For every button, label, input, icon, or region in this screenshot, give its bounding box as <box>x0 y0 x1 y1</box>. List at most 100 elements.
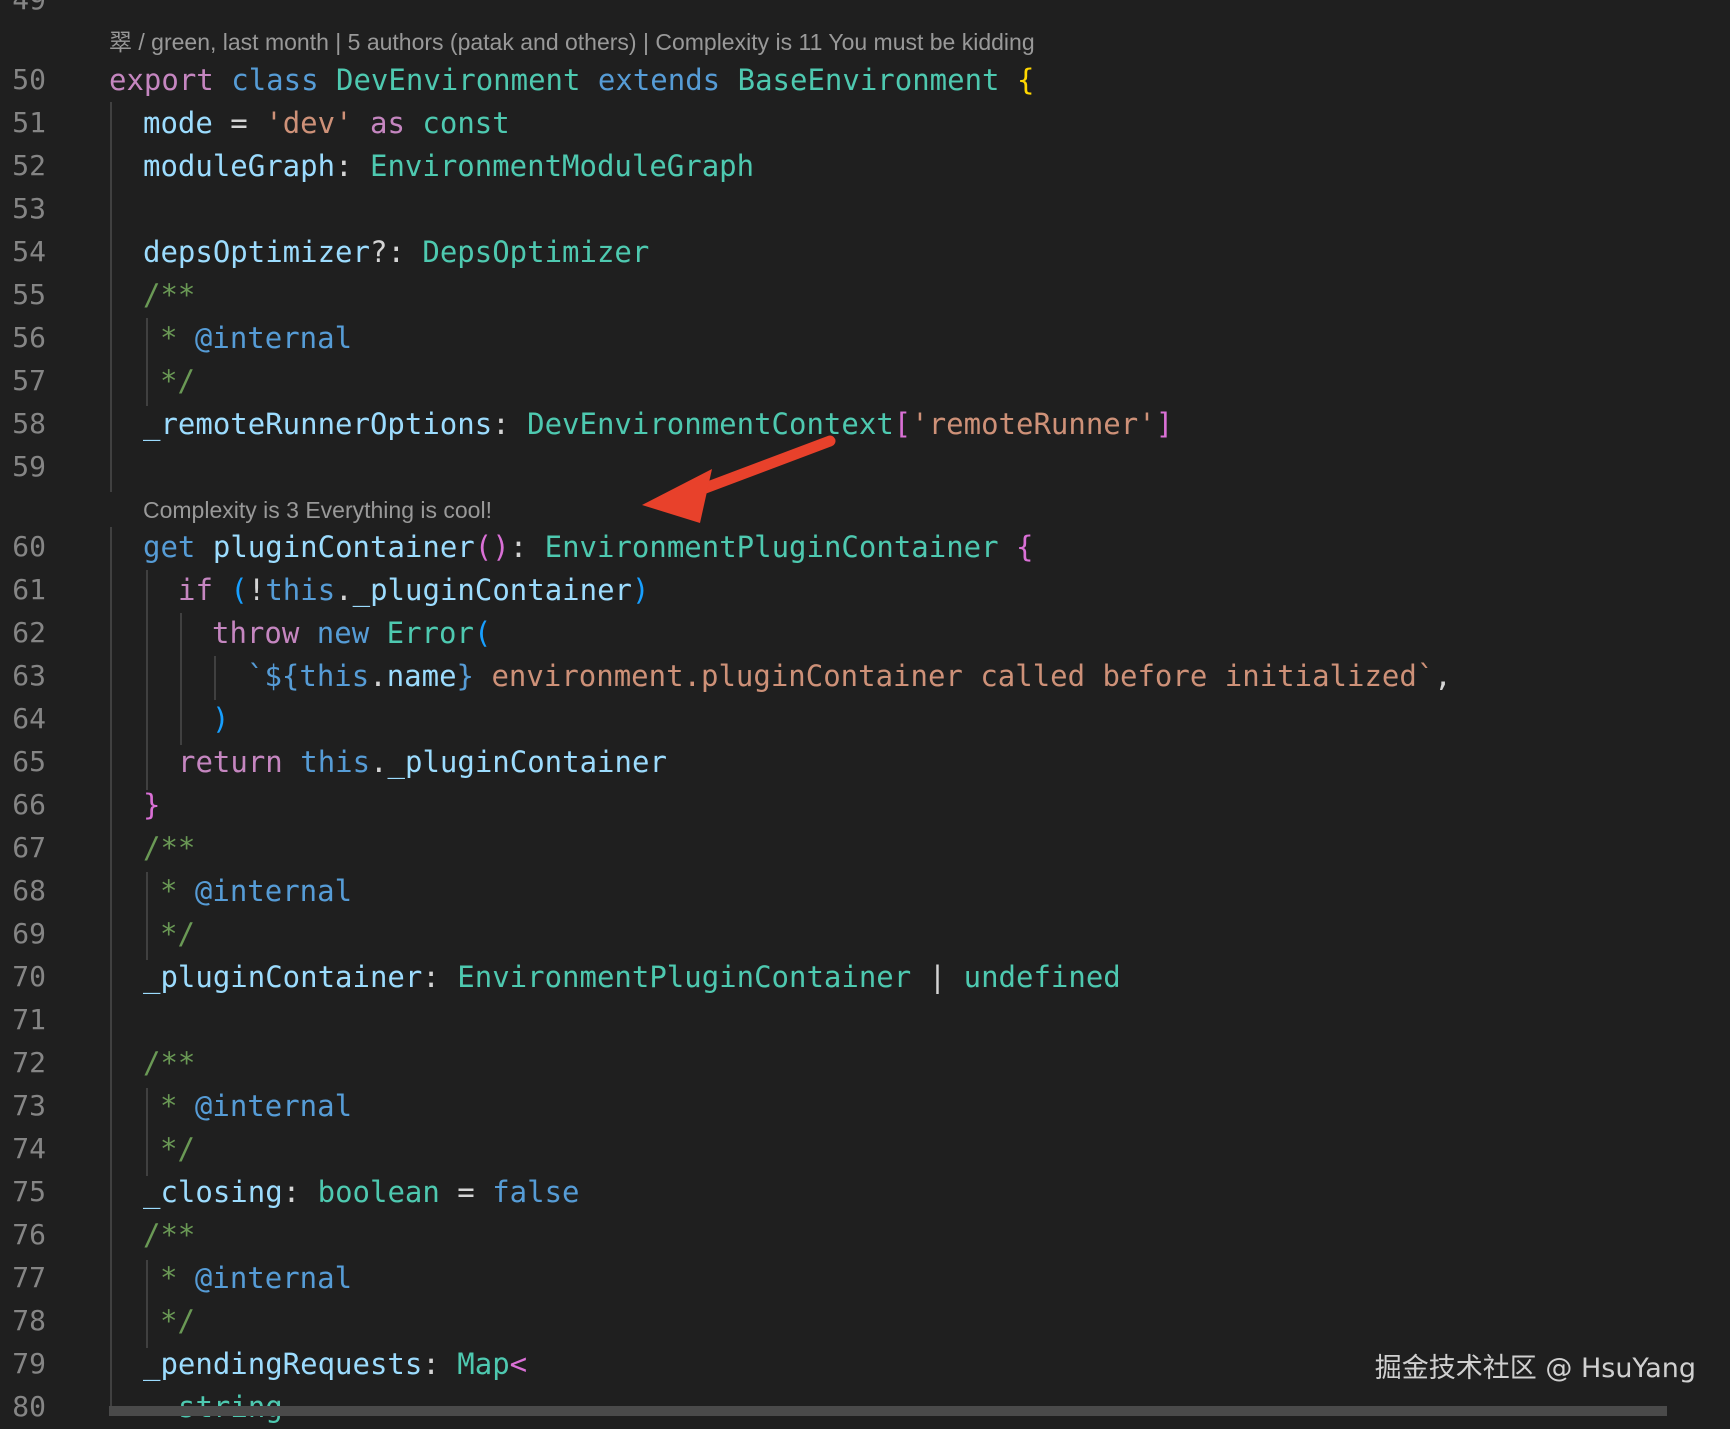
token-bracket: { <box>1016 530 1034 564</box>
token-storage: class <box>231 63 319 97</box>
code-line-72[interactable]: 72 /** <box>0 1041 1730 1085</box>
token-type: Map <box>457 1347 510 1381</box>
code-line-69[interactable]: 69 */ <box>0 912 1730 956</box>
code-line-71[interactable]: 71 <box>0 998 1730 1042</box>
code-line-57[interactable]: 57 */ <box>0 359 1730 403</box>
token-storage: new <box>316 616 370 650</box>
token-property: pluginContainer <box>212 530 475 564</box>
line-number: 50 <box>12 63 46 96</box>
token-keyword: return <box>178 745 283 779</box>
code-line-63[interactable]: 63 `${this.name} environment.pluginConta… <box>0 654 1730 698</box>
code-line-67[interactable]: 67 /** <box>0 826 1730 870</box>
code-line-74[interactable]: 74 */ <box>0 1127 1730 1171</box>
token-type: DevEnvironment <box>336 63 581 97</box>
line-number: 69 <box>12 917 46 950</box>
line-number: 68 <box>12 874 46 907</box>
token-operator: = <box>439 1175 493 1209</box>
line-number: 67 <box>12 831 46 864</box>
token-type: boolean <box>317 1175 440 1209</box>
code-line-49[interactable]: 49 <box>0 0 1730 22</box>
code-line-51[interactable]: 51 mode = 'dev' as const <box>0 101 1730 145</box>
code-line-73[interactable]: 73 * @internal <box>0 1084 1730 1128</box>
token-jsdoc-tag: @internal <box>194 1261 353 1295</box>
token-punctuation: . <box>335 573 353 607</box>
codelens-git-blame[interactable]: 翠 / green, last month | 5 authors (patak… <box>109 27 1035 57</box>
token-storage: this <box>299 659 370 693</box>
line-number: 62 <box>12 616 46 649</box>
token-jsdoc-tag: @internal <box>194 874 353 908</box>
token-property: _pluginContainer <box>143 960 423 994</box>
token-keyword: as <box>370 106 405 140</box>
codelens-complexity[interactable]: Complexity is 3 Everything is cool! <box>143 495 492 525</box>
code-line-66[interactable]: 66 } <box>0 783 1730 827</box>
token-punctuation: : <box>335 149 370 183</box>
code-line-55[interactable]: 55 /** <box>0 273 1730 317</box>
line-number: 52 <box>12 149 46 182</box>
code-text: */ <box>160 1304 195 1338</box>
horizontal-scrollbar[interactable] <box>109 1406 1667 1416</box>
token-type: DepsOptimizer <box>422 235 650 269</box>
code-line-65[interactable]: 65 return this._pluginContainer <box>0 740 1730 784</box>
code-text: /** <box>143 278 196 312</box>
line-number: 63 <box>12 659 46 692</box>
code-line-54[interactable]: 54 depsOptimizer?: DepsOptimizer <box>0 230 1730 274</box>
token-property: name <box>386 659 457 693</box>
code-line-62[interactable]: 62 throw new Error( <box>0 611 1730 655</box>
code-line-50[interactable]: 50 export class DevEnvironment extends B… <box>0 58 1730 102</box>
token-punctuation: ?: <box>369 235 423 269</box>
code-editor[interactable]: 49 翠 / green, last month | 5 authors (pa… <box>0 0 1730 1424</box>
code-text: /** <box>143 1046 196 1080</box>
line-number: 65 <box>12 745 46 778</box>
code-text: _pendingRequests: Map< <box>143 1342 527 1386</box>
token-comment: * <box>160 874 195 908</box>
code-text: */ <box>160 917 195 951</box>
code-line-60[interactable]: 60 get pluginContainer(): EnvironmentPlu… <box>0 525 1730 569</box>
token-storage: get <box>143 530 196 564</box>
line-number: 53 <box>12 192 46 225</box>
code-line-58[interactable]: 58 _remoteRunnerOptions: DevEnvironmentC… <box>0 402 1730 446</box>
code-line-78[interactable]: 78 */ <box>0 1299 1730 1343</box>
code-line-59[interactable]: 59 <box>0 445 1730 489</box>
token-punctuation: . <box>370 745 388 779</box>
code-line-64[interactable]: 64 ) <box>0 697 1730 741</box>
token-bracket: ( <box>473 616 492 650</box>
code-line-75[interactable]: 75 _closing: boolean = false <box>0 1170 1730 1214</box>
code-text: depsOptimizer?: DepsOptimizer <box>143 230 649 274</box>
code-line-53[interactable]: 53 <box>0 187 1730 231</box>
token-operator: ! <box>247 573 266 607</box>
code-line-52[interactable]: 52 moduleGraph: EnvironmentModuleGraph <box>0 144 1730 188</box>
code-line-61[interactable]: 61 if (!this._pluginContainer) <box>0 568 1730 612</box>
code-text: * @internal <box>160 869 352 913</box>
token-comment: * <box>160 1261 195 1295</box>
line-number: 79 <box>12 1347 46 1380</box>
code-text: mode = 'dev' as const <box>143 101 510 145</box>
line-number: 72 <box>12 1046 46 1079</box>
token-comment: * <box>160 321 195 355</box>
token-bracket: ( <box>474 530 493 564</box>
token-operator: = <box>212 106 266 140</box>
code-line-77[interactable]: 77 * @internal <box>0 1256 1730 1300</box>
token-string: 'dev' <box>265 106 353 140</box>
token-punctuation: : <box>509 530 545 564</box>
line-number: 61 <box>12 573 46 606</box>
code-line-76[interactable]: 76 /** <box>0 1213 1730 1257</box>
token-property: _pluginContainer <box>352 573 632 607</box>
token-type: EnvironmentPluginContainer <box>457 960 912 994</box>
code-text: */ <box>160 1132 195 1166</box>
line-number: 59 <box>12 450 46 483</box>
line-number: 80 <box>12 1390 46 1423</box>
code-line-56[interactable]: 56 * @internal <box>0 316 1730 360</box>
code-line-70[interactable]: 70 _pluginContainer: EnvironmentPluginCo… <box>0 955 1730 999</box>
code-line-68[interactable]: 68 * @internal <box>0 869 1730 913</box>
code-text: _closing: boolean = false <box>143 1170 580 1214</box>
token-jsdoc-tag: @internal <box>194 321 353 355</box>
token-property: _closing <box>143 1175 283 1209</box>
token-bracket: ) <box>492 530 510 564</box>
